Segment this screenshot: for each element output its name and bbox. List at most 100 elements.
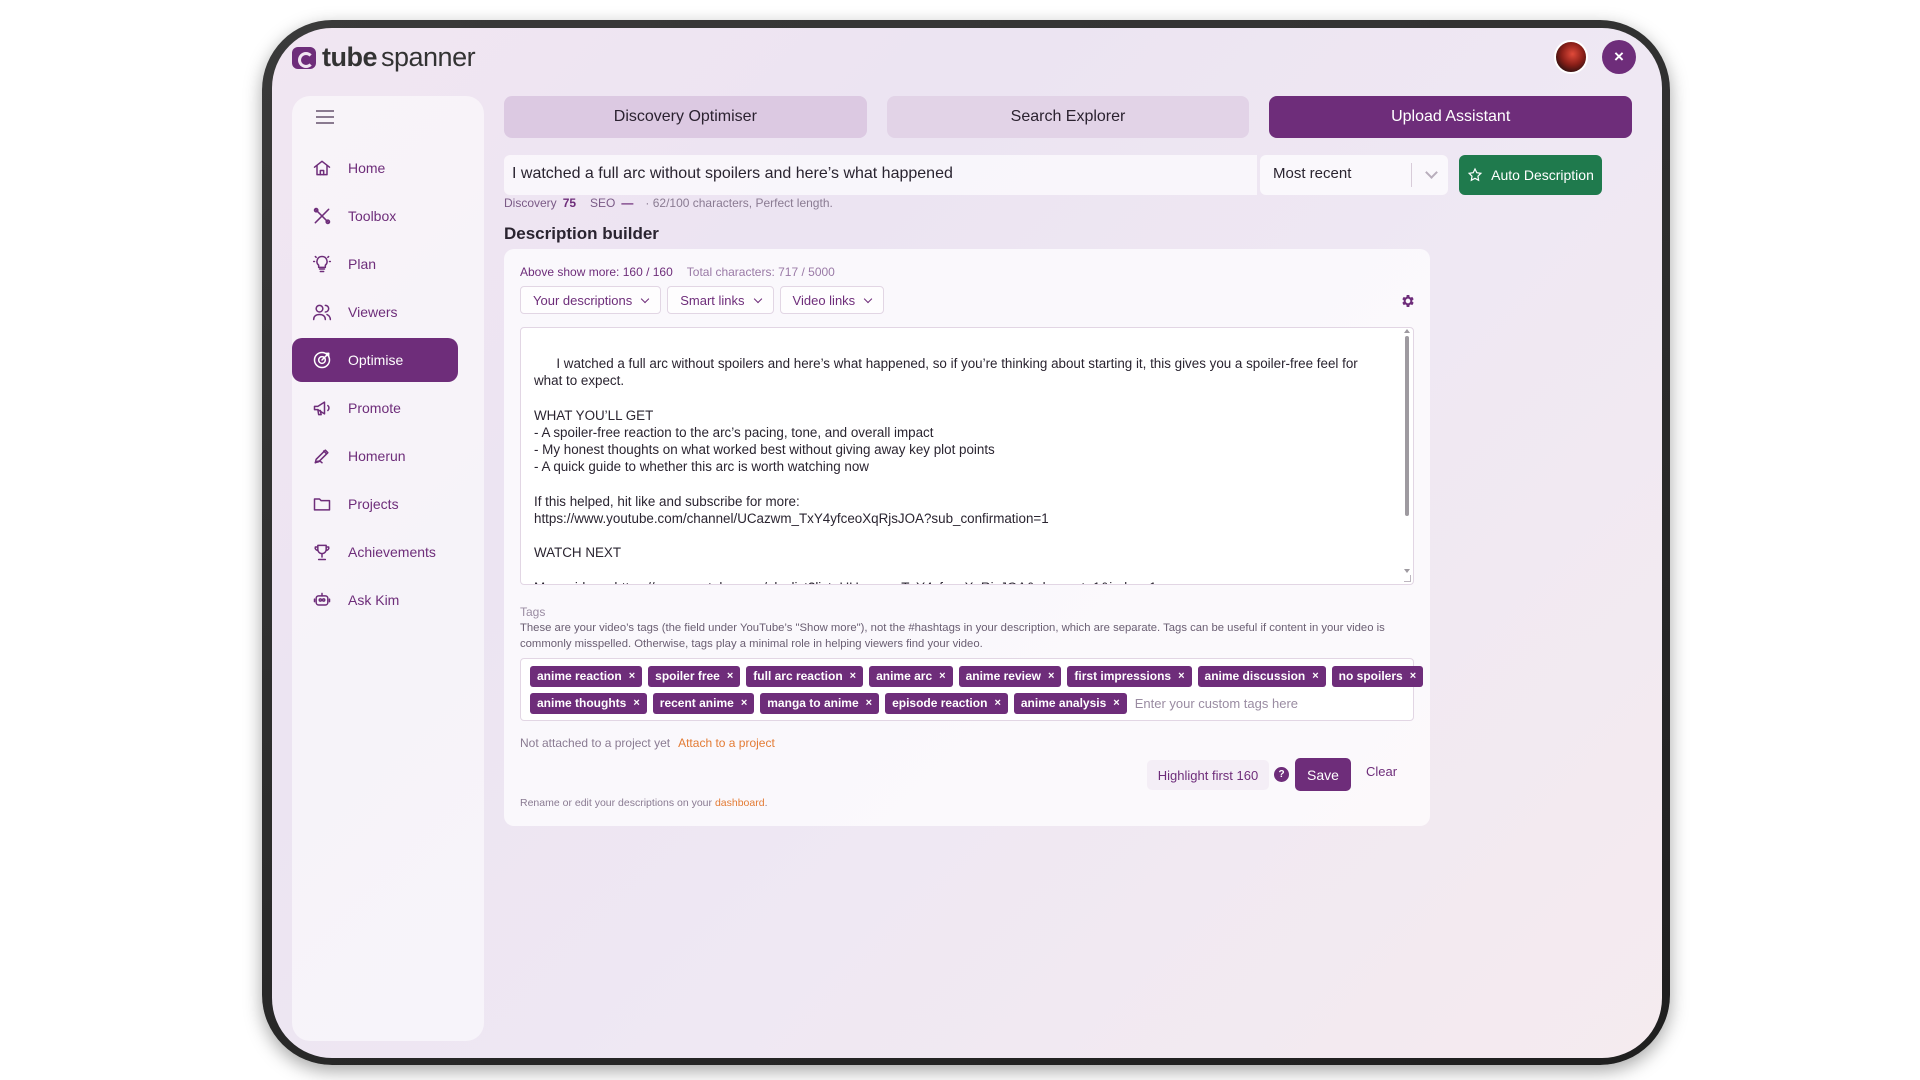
- tag-chip: full arc reaction ×: [746, 665, 864, 687]
- remove-tag-icon[interactable]: ×: [1178, 670, 1184, 682]
- project-status: Not attached to a project yet: [520, 736, 671, 750]
- tab-search-explorer[interactable]: Search Explorer: [886, 96, 1250, 138]
- gear-icon[interactable]: [1400, 293, 1416, 309]
- tags-label: Tags: [520, 605, 546, 619]
- tab-upload-assistant[interactable]: Upload Assistant: [1269, 96, 1633, 138]
- your-descriptions-dropdown[interactable]: Your descriptions: [520, 286, 662, 314]
- sidebar-item-ask-kim[interactable]: Ask Kim: [292, 578, 484, 622]
- sort-selected-value: Most recent: [1273, 165, 1352, 182]
- remove-tag-icon[interactable]: ×: [727, 670, 733, 682]
- scrollbar[interactable]: [1405, 336, 1409, 516]
- logo-icon: [292, 46, 316, 69]
- builder-dropdowns: Your descriptions Smart links Video link…: [520, 286, 885, 314]
- sidebar-item-home[interactable]: Home: [292, 146, 484, 190]
- remove-tag-icon[interactable]: ×: [629, 670, 635, 682]
- video-title-input-fill[interactable]: [1079, 155, 1257, 195]
- sidebar-item-label: Homerun: [348, 448, 406, 464]
- project-attach-row: Not attached to a project yet Attach to …: [520, 736, 775, 750]
- description-text: I watched a full arc without spoilers an…: [534, 356, 1358, 584]
- brand-name-bold: tube: [322, 42, 378, 72]
- above-show-more-count: Above show more: 160 / 160: [520, 265, 673, 279]
- remove-tag-icon[interactable]: ×: [741, 697, 747, 709]
- save-button[interactable]: Save: [1295, 758, 1351, 791]
- users-icon: [312, 302, 332, 322]
- help-icon[interactable]: ?: [1274, 767, 1289, 782]
- brand-logo[interactable]: tube spanner: [292, 42, 476, 73]
- custom-tag-input[interactable]: Enter your custom tags here: [1135, 696, 1298, 711]
- sidebar-item-viewers[interactable]: Viewers: [292, 290, 484, 334]
- tag-chip: anime analysis ×: [1013, 692, 1127, 714]
- title-length-note: · 62/100 characters, Perfect length.: [645, 196, 833, 210]
- close-button[interactable]: ×: [1602, 40, 1636, 74]
- remove-tag-icon[interactable]: ×: [866, 697, 872, 709]
- description-builder-card: Above show more: 160 / 160 Total charact…: [504, 249, 1430, 826]
- character-counts: Above show more: 160 / 160 Total charact…: [520, 265, 835, 279]
- remove-tag-icon[interactable]: ×: [1113, 697, 1119, 709]
- dropdown-label: Your descriptions: [533, 292, 633, 308]
- chevron-down-icon: [641, 294, 650, 303]
- tags-row: anime reaction × spoiler free × full arc rea…: [530, 665, 1424, 687]
- pen-icon: [312, 446, 332, 466]
- sidebar-item-plan[interactable]: Plan: [292, 242, 484, 286]
- sidebar-item-promote[interactable]: Promote: [292, 386, 484, 430]
- remove-tag-icon[interactable]: ×: [1312, 670, 1318, 682]
- video-title-input[interactable]: I watched a full arc without spoilers an…: [504, 155, 1079, 195]
- dropdown-label: Video links: [792, 292, 856, 308]
- tag-label: no spoilers: [1338, 669, 1403, 683]
- dashboard-link[interactable]: dashboard: [715, 797, 765, 809]
- sidebar-item-label: Plan: [348, 256, 377, 272]
- lightbulb-icon: [312, 254, 332, 274]
- select-divider: [1411, 163, 1412, 187]
- tag-chip: spoiler free ×: [648, 665, 741, 687]
- chevron-down-icon: [1425, 166, 1438, 179]
- folder-icon: [312, 494, 332, 514]
- remove-tag-icon[interactable]: ×: [1410, 670, 1416, 682]
- tag-chip: manga to anime ×: [760, 692, 880, 714]
- sidebar-item-label: Projects: [348, 496, 399, 512]
- tag-chip: recent anime ×: [652, 692, 755, 714]
- sidebar-item-optimise[interactable]: Optimise: [292, 338, 458, 382]
- sidebar-item-label: Promote: [348, 400, 401, 416]
- tag-chip: anime reaction ×: [530, 665, 643, 687]
- footer-note-suffix: .: [764, 797, 768, 809]
- remove-tag-icon[interactable]: ×: [1048, 670, 1054, 682]
- sidebar-item-label: Achievements: [348, 544, 436, 560]
- sidebar-item-label: Toolbox: [348, 208, 397, 224]
- video-links-dropdown[interactable]: Video links: [779, 286, 885, 314]
- tags-help-text: These are your video’s tags (the field u…: [520, 622, 1385, 650]
- tag-chip: anime review ×: [958, 665, 1062, 687]
- tag-chip: first impressions ×: [1067, 665, 1192, 687]
- description-textarea[interactable]: I watched a full arc without spoilers an…: [520, 327, 1414, 585]
- sidebar-item-projects[interactable]: Projects: [292, 482, 484, 526]
- menu-icon[interactable]: [316, 110, 334, 124]
- remove-tag-icon[interactable]: ×: [633, 697, 639, 709]
- smart-links-dropdown[interactable]: Smart links: [667, 286, 774, 314]
- tag-chip: anime arc ×: [869, 665, 953, 687]
- tag-label: anime analysis: [1020, 696, 1107, 710]
- mode-tabs: Discovery Optimiser Search Explorer Uplo…: [504, 96, 1633, 138]
- tag-chip: episode reaction ×: [885, 692, 1008, 714]
- remove-tag-icon[interactable]: ×: [850, 670, 856, 682]
- highlight-first-160-button[interactable]: Highlight first 160: [1147, 760, 1269, 790]
- scroll-down-arrow[interactable]: [1404, 569, 1410, 573]
- tags-field[interactable]: anime reaction × spoiler free × full arc rea…: [520, 658, 1424, 721]
- tag-label: anime arc: [876, 669, 933, 683]
- clear-button[interactable]: Clear: [1366, 764, 1397, 779]
- avatar[interactable]: [1554, 40, 1588, 74]
- resize-handle[interactable]: [1404, 575, 1411, 582]
- dropdown-label: Smart links: [680, 292, 745, 308]
- attach-project-link[interactable]: Attach to a project: [678, 736, 775, 750]
- sidebar-item-achievements[interactable]: Achievements: [292, 530, 484, 574]
- target-icon: [312, 350, 332, 370]
- sort-select[interactable]: Most recent: [1260, 155, 1448, 195]
- tag-label: manga to anime: [767, 696, 859, 710]
- scroll-up-arrow[interactable]: [1404, 329, 1410, 333]
- tab-discovery-optimiser[interactable]: Discovery Optimiser: [504, 96, 867, 138]
- section-title: Description builder: [504, 224, 659, 243]
- seo-label: SEO: [590, 196, 616, 210]
- remove-tag-icon[interactable]: ×: [994, 697, 1000, 709]
- sidebar-item-toolbox[interactable]: Toolbox: [292, 194, 484, 238]
- sidebar-item-homerun[interactable]: Homerun: [292, 434, 484, 478]
- auto-description-button[interactable]: Auto Description: [1459, 155, 1602, 195]
- remove-tag-icon[interactable]: ×: [939, 670, 945, 682]
